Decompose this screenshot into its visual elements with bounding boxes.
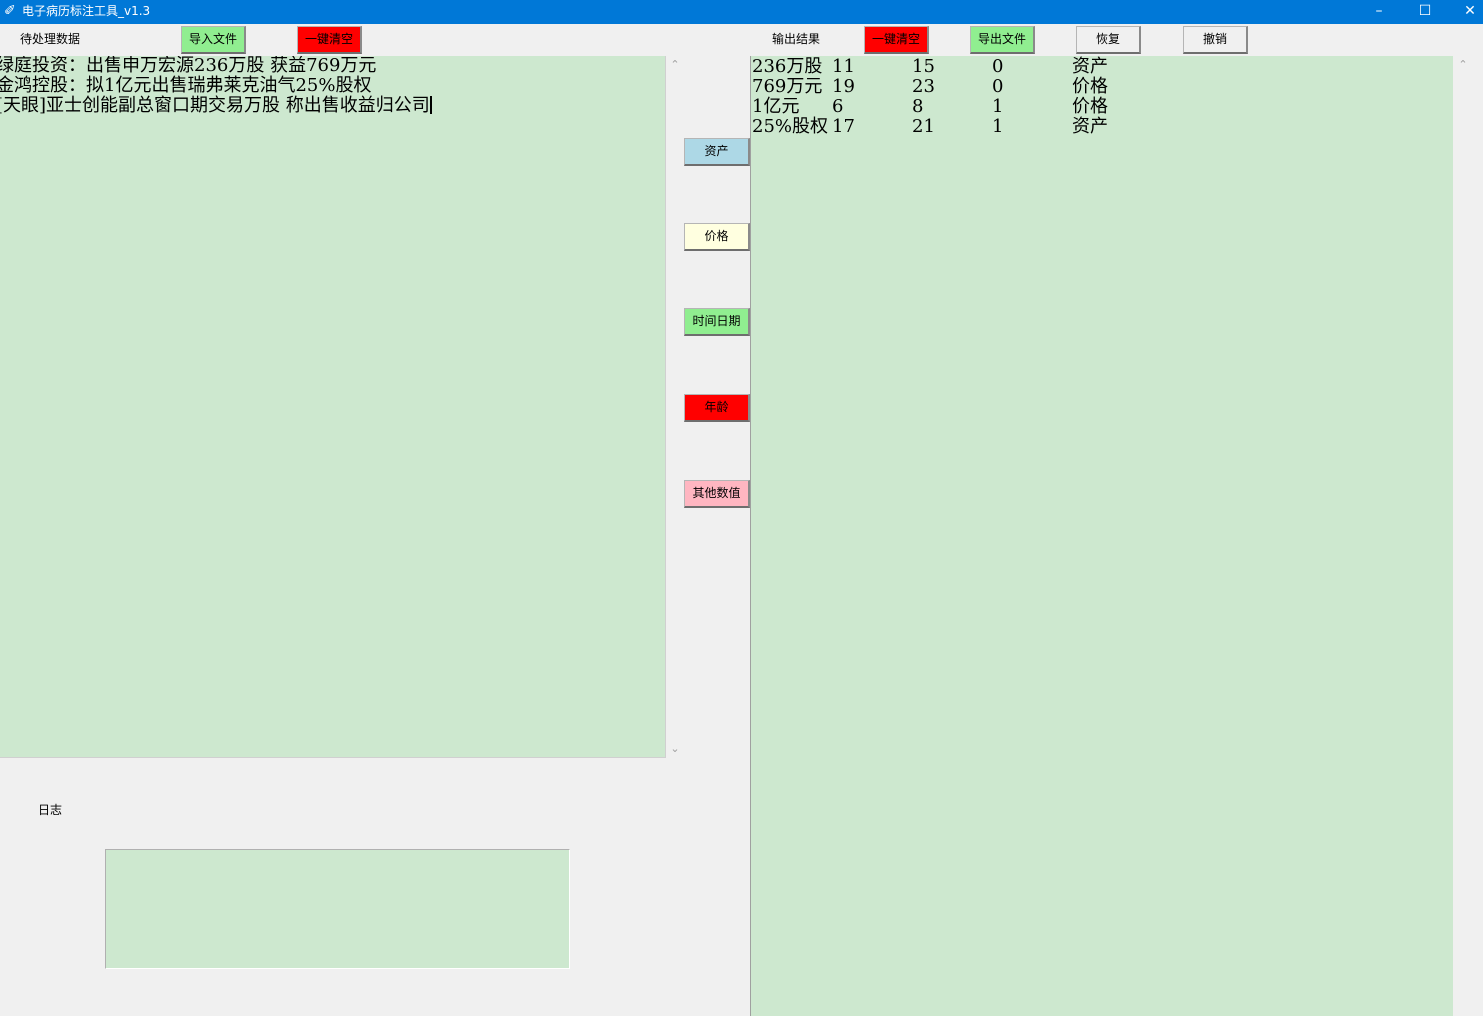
output-end: 21 [912,116,935,137]
output-flag: 1 [992,116,1004,137]
label-price-button[interactable]: 价格 [684,223,750,251]
output-row: 25%股权 17 21 1 资产 [751,117,1108,137]
input-line: 金鸿控股：拟1亿元出售瑞弗莱克油气25%股权 [0,75,372,96]
output-text: 769万元 [752,76,823,97]
import-file-button[interactable]: 导入文件 [181,26,246,54]
output-start: 6 [832,96,844,117]
label-other-button[interactable]: 其他数值 [684,480,750,508]
label-datetime-button[interactable]: 时间日期 [684,308,750,336]
scroll-up-icon[interactable]: ⌃ [668,58,682,72]
close-button[interactable]: ✕ [1447,0,1483,24]
output-type: 价格 [1072,76,1108,97]
undo-button[interactable]: 撤销 [1183,26,1248,54]
output-start: 17 [832,116,855,137]
window-title: 电子病历标注工具_v1.3 [22,4,151,18]
restore-button[interactable]: 恢复 [1076,26,1141,54]
feather-icon: ✐ [4,3,16,19]
output-type: 资产 [1072,116,1108,137]
text-caret [429,96,432,114]
output-end: 23 [912,76,935,97]
output-end: 15 [912,56,935,77]
output-start: 19 [832,76,855,97]
output-start: 11 [832,56,855,77]
maximize-button[interactable]: ☐ [1402,0,1448,24]
output-text: 1亿元 [752,96,800,117]
pending-data-label: 待处理数据 [20,32,81,46]
label-asset-button[interactable]: 资产 [684,138,750,166]
input-textarea[interactable]: 绿庭投资：出售申万宏源236万股 获益769万元 金鸿控股：拟1亿元出售瑞弗莱克… [0,56,666,758]
label-age-button[interactable]: 年龄 [684,394,750,422]
output-text: 25%股权 [752,116,829,137]
title-bar: ✐ 电子病历标注工具_v1.3 – ☐ ✕ [0,0,1483,24]
export-file-button[interactable]: 导出文件 [970,26,1035,54]
output-flag: 1 [992,96,1004,117]
output-row: 1亿元 6 8 1 价格 [751,97,1108,117]
output-type: 资产 [1072,56,1108,77]
output-scroll-up-icon[interactable]: ⌃ [1456,58,1470,72]
minimize-button[interactable]: – [1356,0,1402,24]
output-row: 769万元 19 23 0 价格 [751,77,1108,97]
output-type: 价格 [1072,96,1108,117]
log-textarea[interactable] [105,849,570,969]
output-flag: 0 [992,76,1004,97]
output-row: 236万股 11 15 0 资产 [751,57,1108,77]
output-text: 236万股 [752,56,823,77]
clear-output-button[interactable]: 一键清空 [864,26,929,54]
output-textarea[interactable]: 236万股 11 15 0 资产 769万元 19 23 0 价格 1亿元 6 … [750,56,1453,1016]
output-result-label: 输出结果 [772,32,821,46]
clear-input-button[interactable]: 一键清空 [297,26,362,54]
output-flag: 0 [992,56,1004,77]
input-line: [天眼]亚士创能副总窗口期交易万股 称出售收益归公司 [0,95,432,116]
input-line: 绿庭投资：出售申万宏源236万股 获益769万元 [0,56,377,76]
scroll-down-icon[interactable]: ⌄ [668,742,682,756]
log-label: 日志 [38,803,63,817]
output-end: 8 [912,96,924,117]
